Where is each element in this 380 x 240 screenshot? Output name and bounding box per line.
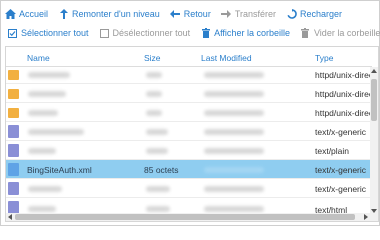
folder-icon: [8, 89, 19, 99]
trash-icon: [200, 28, 211, 39]
redacted-size: [146, 72, 162, 78]
refresh-icon: [286, 9, 297, 20]
table-row[interactable]: text/x-generic: [6, 122, 372, 141]
toolbar-primary: Accueil Remonter d'un niveau Retour Tran…: [5, 5, 352, 23]
redacted-size: [146, 206, 170, 212]
horizontal-scrollbar[interactable]: [6, 213, 378, 221]
forward-label: Transférer: [234, 9, 276, 19]
redacted-size: [146, 129, 168, 135]
redacted-name: [28, 72, 70, 78]
trash-empty-icon: [300, 28, 311, 39]
file-icon: [8, 125, 19, 138]
redacted-date: [204, 72, 264, 78]
redacted-name: [28, 129, 84, 135]
redacted-date: [204, 206, 264, 212]
empty-trash-label: Vider la corbeille: [313, 28, 380, 38]
redacted-date: [204, 129, 264, 135]
scroll-right-icon[interactable]: [364, 214, 368, 220]
table-body: httpd/unix-directory httpd/unix-director…: [6, 67, 372, 215]
table-row[interactable]: httpd/unix-directory: [6, 103, 372, 122]
file-icon: [8, 182, 19, 195]
back-button[interactable]: Retour: [170, 9, 211, 20]
home-label: Accueil: [19, 9, 49, 19]
redacted-date: [204, 167, 264, 173]
deselect-all-label: Désélectionner tout: [112, 28, 191, 38]
checkbox-empty-icon: [99, 28, 110, 39]
redacted-date: [204, 186, 264, 192]
select-all-label: Sélectionner tout: [21, 28, 89, 38]
reload-label: Recharger: [300, 9, 343, 19]
document-icon: [8, 163, 19, 176]
redacted-name: [28, 186, 62, 192]
redacted-size: [146, 148, 168, 154]
table-row-selected[interactable]: BingSiteAuth.xml 85 octets text/x-generi…: [6, 160, 372, 179]
vertical-scroll-thumb[interactable]: [371, 79, 377, 121]
file-type: text/plain: [315, 146, 350, 156]
column-header-name[interactable]: Name: [27, 53, 50, 63]
redacted-name: [28, 110, 58, 116]
file-type: text/x-generic: [315, 184, 367, 194]
column-header-size[interactable]: Size: [144, 53, 161, 63]
up-level-button[interactable]: Remonter d'un niveau: [58, 9, 160, 20]
scroll-up-icon[interactable]: [371, 69, 377, 73]
show-trash-label: Afficher la corbeille: [214, 28, 290, 38]
redacted-date: [204, 148, 264, 154]
home-button[interactable]: Accueil: [5, 9, 48, 20]
folder-icon: [8, 108, 19, 118]
table-header: Name Size Last Modified Type: [6, 47, 372, 67]
vertical-scrollbar[interactable]: [370, 67, 378, 215]
file-type: text/x-generic: [315, 127, 367, 137]
table-row[interactable]: text/plain: [6, 141, 372, 160]
file-manager-window: Accueil Remonter d'un niveau Retour Tran…: [0, 0, 380, 226]
file-type: httpd/unix-directory: [315, 89, 372, 99]
up-level-label: Remonter d'un niveau: [72, 9, 160, 19]
redacted-size: [146, 186, 170, 192]
file-type: httpd/unix-directory: [315, 108, 372, 118]
arrow-up-icon: [58, 9, 69, 20]
reload-button[interactable]: Recharger: [286, 9, 342, 20]
column-header-type[interactable]: Type: [315, 53, 333, 63]
file-size: 85 octets: [144, 165, 179, 175]
table-row[interactable]: text/x-generic: [6, 179, 372, 198]
file-table: Name Size Last Modified Type httpd/unix-…: [5, 46, 379, 222]
table-row[interactable]: httpd/unix-directory: [6, 67, 372, 84]
file-name[interactable]: BingSiteAuth.xml: [27, 165, 92, 175]
select-all-button[interactable]: Sélectionner tout: [7, 28, 89, 39]
redacted-size: [146, 110, 162, 116]
empty-trash-button[interactable]: Vider la corbeille: [300, 28, 380, 39]
back-label: Retour: [183, 9, 211, 19]
file-type: text/x-generic: [315, 165, 367, 175]
home-icon: [5, 9, 16, 20]
redacted-size: [146, 91, 162, 97]
arrow-right-icon: [221, 9, 232, 20]
forward-button[interactable]: Transférer: [221, 9, 276, 20]
column-header-last-modified[interactable]: Last Modified: [201, 53, 252, 63]
arrow-left-icon: [170, 9, 181, 20]
redacted-name: [28, 91, 66, 97]
file-type: httpd/unix-directory: [315, 70, 372, 80]
redacted-date: [204, 110, 264, 116]
checkbox-checked-icon: [7, 28, 18, 39]
redacted-name: [28, 148, 56, 154]
show-trash-button[interactable]: Afficher la corbeille: [200, 28, 290, 39]
redacted-name: [28, 206, 56, 212]
table-row[interactable]: httpd/unix-directory: [6, 84, 372, 103]
deselect-all-button[interactable]: Désélectionner tout: [99, 28, 191, 39]
file-icon: [8, 144, 19, 157]
scroll-left-icon[interactable]: [8, 214, 12, 220]
toolbar-secondary: Sélectionner tout Désélectionner tout Af…: [7, 24, 380, 42]
folder-icon: [8, 70, 19, 80]
redacted-date: [204, 91, 264, 97]
horizontal-scroll-thumb[interactable]: [15, 214, 355, 220]
